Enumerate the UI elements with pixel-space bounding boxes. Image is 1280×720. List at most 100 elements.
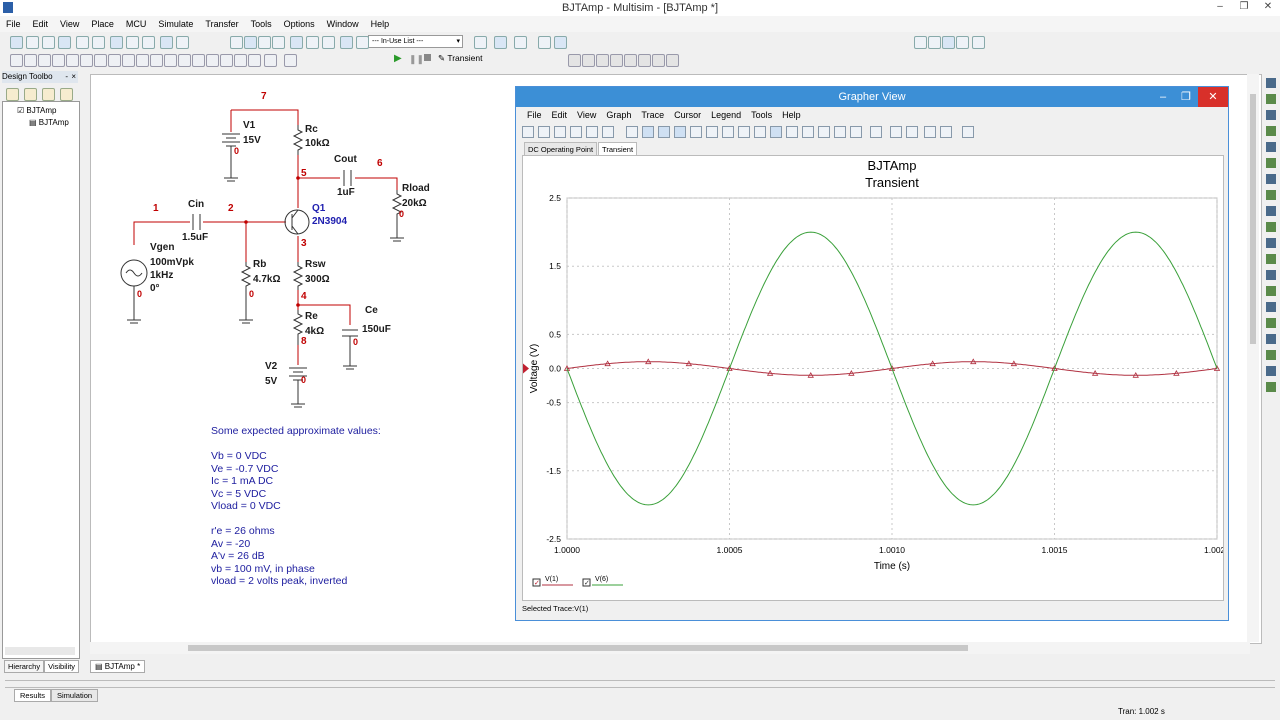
component-toolbar-icon[interactable]	[582, 54, 595, 67]
grapher-tool-icon[interactable]	[522, 126, 534, 138]
tab-transient[interactable]: Transient	[598, 142, 638, 156]
component-toolbar-icon[interactable]	[638, 54, 651, 67]
grapher-tool-icon[interactable]	[818, 126, 830, 138]
document-tab[interactable]: ▤ BJTAmp *	[90, 660, 146, 673]
instrument-icon[interactable]	[1266, 270, 1276, 280]
ce-name[interactable]: Ce	[365, 305, 378, 316]
rsw-name[interactable]: Rsw	[305, 259, 326, 270]
instrument-icon[interactable]	[1266, 142, 1276, 152]
component-toolbar-icon[interactable]	[568, 54, 581, 67]
instrument-icon[interactable]	[1266, 190, 1276, 200]
toolbar-button-icon[interactable]	[914, 36, 927, 49]
instrument-icon[interactable]	[1266, 238, 1276, 248]
rc-name[interactable]: Rc	[305, 124, 318, 135]
instrument-icon[interactable]	[1266, 254, 1276, 264]
grapher-menu-trace[interactable]: Trace	[636, 108, 669, 123]
grapher-tool-icon[interactable]	[890, 126, 902, 138]
minimize-button[interactable]: –	[1208, 0, 1232, 16]
grapher-tool-icon[interactable]	[626, 126, 638, 138]
q1-name[interactable]: Q1	[312, 203, 325, 214]
grapher-menu-tools[interactable]: Tools	[746, 108, 777, 123]
rload-name[interactable]: Rload	[402, 183, 430, 194]
instrument-icon[interactable]	[1266, 302, 1276, 312]
component-toolbar-icon[interactable]	[596, 54, 609, 67]
cout-name[interactable]: Cout	[334, 154, 357, 165]
tab-simulation[interactable]: Simulation	[51, 689, 99, 702]
close-button[interactable]: ✕	[1256, 0, 1280, 16]
grapher-tool-icon[interactable]	[834, 126, 846, 138]
grapher-tool-icon[interactable]	[924, 126, 936, 138]
instrument-icon[interactable]	[1266, 174, 1276, 184]
v2-name[interactable]: V2	[265, 361, 277, 372]
instrument-icon[interactable]	[1266, 78, 1276, 88]
component-toolbar-icon[interactable]	[610, 54, 623, 67]
plot-area[interactable]: BJTAmp Transient 1.0000 1.0005 1.0010 1.0015 1…	[522, 155, 1230, 601]
instrument-icon[interactable]	[1266, 350, 1276, 360]
vgen-name[interactable]: Vgen	[150, 242, 174, 253]
tab-hierarchy[interactable]: Hierarchy	[4, 660, 45, 673]
grapher-tool-icon[interactable]	[706, 126, 718, 138]
instrument-icon[interactable]	[1266, 206, 1276, 216]
grapher-minimize-button[interactable]: –	[1160, 87, 1166, 107]
grapher-tool-icon[interactable]	[722, 126, 734, 138]
instrument-icon[interactable]	[1266, 94, 1276, 104]
instrument-icon[interactable]	[1266, 126, 1276, 136]
instrument-icon[interactable]	[1266, 382, 1276, 392]
v1-name[interactable]: V1	[243, 120, 255, 131]
grapher-menu-graph[interactable]: Graph	[601, 108, 636, 123]
grapher-tool-icon[interactable]	[570, 126, 582, 138]
grapher-tool-icon[interactable]	[940, 126, 952, 138]
instrument-icon[interactable]	[1266, 110, 1276, 120]
grapher-menu-edit[interactable]: Edit	[547, 108, 573, 123]
grapher-tool-icon[interactable]	[602, 126, 614, 138]
grapher-menu-view[interactable]: View	[572, 108, 601, 123]
rb-name[interactable]: Rb	[253, 259, 266, 270]
grapher-tool-icon[interactable]	[658, 126, 670, 138]
hscroll-thumb[interactable]	[188, 645, 968, 651]
grapher-menu-help[interactable]: Help	[777, 108, 806, 123]
tab-results[interactable]: Results	[14, 689, 52, 702]
grapher-menu-cursor[interactable]: Cursor	[669, 108, 706, 123]
instrument-icon[interactable]	[1266, 286, 1276, 296]
instrument-icon[interactable]	[1266, 222, 1276, 232]
grapher-maximize-button[interactable]: ❐	[1181, 87, 1191, 107]
canvas-vscrollbar[interactable]	[1247, 74, 1259, 642]
grapher-tool-icon[interactable]	[586, 126, 598, 138]
toolbox-scrollbar[interactable]	[5, 647, 75, 655]
grapher-tool-icon[interactable]	[674, 126, 686, 138]
vscroll-thumb[interactable]	[1250, 94, 1256, 344]
grapher-close-button[interactable]: ✕	[1198, 87, 1228, 107]
component-toolbar-icon[interactable]	[666, 54, 679, 67]
toolbar-button-icon[interactable]	[928, 36, 941, 49]
grapher-tool-icon[interactable]	[962, 126, 974, 138]
tab-visibility[interactable]: Visibility	[44, 660, 80, 673]
tab-dc-operating-point[interactable]: DC Operating Point	[524, 142, 598, 156]
grapher-tool-icon[interactable]	[754, 126, 766, 138]
grapher-tool-icon[interactable]	[850, 126, 862, 138]
component-toolbar-icon[interactable]	[624, 54, 637, 67]
instrument-icon[interactable]	[1266, 318, 1276, 328]
grapher-menu-legend[interactable]: Legend	[706, 108, 746, 123]
toolbar-button-icon[interactable]	[972, 36, 985, 49]
grapher-tool-icon[interactable]	[786, 126, 798, 138]
component-toolbar-icon[interactable]	[652, 54, 665, 67]
grapher-tool-icon[interactable]	[770, 126, 782, 138]
cin-name[interactable]: Cin	[188, 199, 204, 210]
grapher-tool-icon[interactable]	[870, 126, 882, 138]
instrument-icon[interactable]	[1266, 334, 1276, 344]
grapher-tool-icon[interactable]	[690, 126, 702, 138]
grapher-tool-icon[interactable]	[642, 126, 654, 138]
toolbar-button-icon[interactable]	[942, 36, 955, 49]
grapher-tool-icon[interactable]	[802, 126, 814, 138]
grapher-tool-icon[interactable]	[554, 126, 566, 138]
toolbar-button-icon[interactable]	[554, 36, 567, 49]
grapher-tool-icon[interactable]	[538, 126, 550, 138]
instrument-icon[interactable]	[1266, 366, 1276, 376]
canvas-hscrollbar[interactable]	[90, 642, 1250, 654]
grapher-menu-file[interactable]: File	[522, 108, 547, 123]
toolbar-button-icon[interactable]	[538, 36, 551, 49]
instrument-icon[interactable]	[1266, 158, 1276, 168]
maximize-button[interactable]: ❐	[1232, 0, 1256, 16]
output-splitter[interactable]	[5, 680, 1275, 688]
toolbar-button-icon[interactable]	[956, 36, 969, 49]
